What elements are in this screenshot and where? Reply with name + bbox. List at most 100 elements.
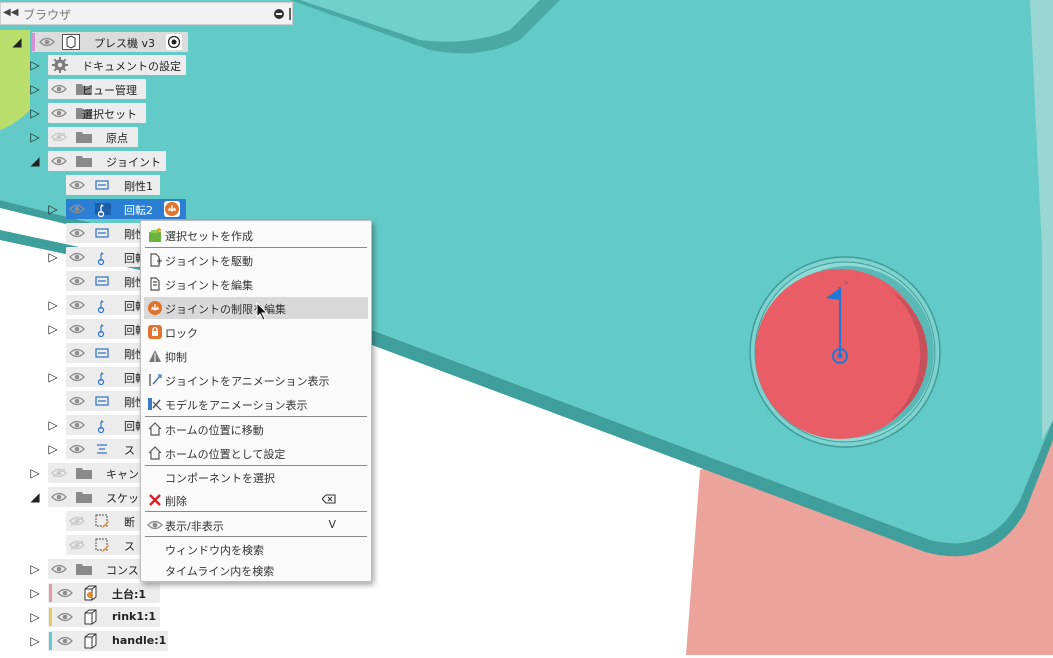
tree-item-view-management[interactable]: ▷ ビュー管理: [0, 79, 300, 99]
tree-item-joints[interactable]: ◢ ジョイント: [0, 151, 300, 171]
visibility-eye-icon[interactable]: [57, 588, 73, 598]
menu-animate-model[interactable]: モデルをアニメーション表示: [144, 393, 368, 415]
tree-item-box[interactable]: スケッ: [48, 487, 148, 507]
visibility-eye-icon[interactable]: [39, 37, 55, 47]
visibility-eye-icon[interactable]: [69, 348, 85, 358]
tree-item-box[interactable]: 回転: [66, 295, 146, 315]
expand-triangle-icon[interactable]: ▷: [46, 441, 60, 457]
visibility-eye-icon[interactable]: [69, 276, 85, 286]
expand-triangle-icon[interactable]: ▷: [28, 57, 42, 73]
tree-item-box[interactable]: ジョイント: [48, 151, 166, 171]
collapse-panel-icon[interactable]: ◀◀: [3, 7, 18, 18]
menu-find-in-timeline[interactable]: タイムライン内を検索: [144, 559, 368, 581]
tree-item-rink1[interactable]: ▷ rink1:1: [0, 607, 300, 627]
visibility-eye-icon[interactable]: [57, 636, 73, 646]
tree-item-box[interactable]: 剛性: [66, 271, 146, 291]
expand-triangle-icon[interactable]: ▷: [28, 81, 42, 97]
tree-item-document-settings[interactable]: ▷ ドキュメントの設定: [0, 55, 300, 75]
expand-triangle-icon[interactable]: ▷: [46, 321, 60, 337]
joint-limit-icon[interactable]: [164, 201, 180, 217]
expand-triangle-icon[interactable]: ▷: [28, 465, 42, 481]
tree-item-box[interactable]: ス: [66, 535, 146, 555]
visibility-eye-icon[interactable]: [69, 540, 85, 550]
visibility-eye-icon[interactable]: [69, 420, 85, 430]
collapse-triangle-icon[interactable]: ◢: [28, 489, 42, 505]
expand-triangle-icon[interactable]: ▷: [46, 417, 60, 433]
expand-triangle-icon[interactable]: ▷: [46, 249, 60, 265]
visibility-eye-icon[interactable]: [69, 204, 85, 214]
tree-item-box[interactable]: 剛性: [66, 343, 146, 363]
visibility-eye-icon[interactable]: [51, 84, 67, 94]
tree-item-box[interactable]: ス: [66, 439, 146, 459]
visibility-eye-icon[interactable]: [69, 516, 85, 526]
menu-delete[interactable]: 削除: [144, 489, 368, 511]
tree-item-box[interactable]: handle:1: [48, 631, 168, 651]
menu-lock[interactable]: ロック: [144, 321, 368, 343]
panel-grip-icon[interactable]: [289, 8, 291, 20]
tree-item-box[interactable]: ドキュメントの設定: [48, 55, 186, 75]
expand-triangle-icon[interactable]: ▷: [28, 585, 42, 601]
visibility-eye-icon[interactable]: [51, 468, 67, 478]
tree-item-box[interactable]: 回転: [66, 247, 146, 267]
visibility-eye-icon[interactable]: [51, 156, 67, 166]
menu-show-hide[interactable]: 表示/非表示 V: [144, 514, 368, 536]
tree-item-box[interactable]: 回転: [66, 415, 146, 435]
tree-item-box[interactable]: 原点: [48, 127, 138, 147]
visibility-eye-icon[interactable]: [69, 372, 85, 382]
tree-item-selection-sets[interactable]: ▷ 選択セット: [0, 103, 300, 123]
expand-triangle-icon[interactable]: ▷: [28, 609, 42, 625]
tree-item-base[interactable]: ▷ 土台:1: [0, 583, 300, 603]
tree-item-revolute2[interactable]: ▷ 回転2: [0, 199, 300, 219]
visibility-eye-icon[interactable]: [69, 180, 85, 190]
tree-item-handle[interactable]: ▷ handle:1: [0, 631, 300, 651]
tree-item-box[interactable]: ビュー管理: [48, 79, 146, 99]
expand-triangle-icon[interactable]: ▷: [28, 561, 42, 577]
visibility-eye-icon[interactable]: [69, 444, 85, 454]
menu-set-home[interactable]: ホームの位置として設定: [144, 442, 368, 464]
visibility-eye-icon[interactable]: [69, 324, 85, 334]
menu-animate-joint[interactable]: ジョイントをアニメーション表示: [144, 369, 368, 391]
minimize-icon[interactable]: [274, 9, 284, 19]
menu-edit-joint[interactable]: ジョイントを編集: [144, 273, 368, 295]
visibility-eye-icon[interactable]: [51, 564, 67, 574]
tree-item-box[interactable]: 選択セット: [48, 103, 146, 123]
expand-triangle-icon[interactable]: ▷: [46, 201, 60, 217]
menu-drive-joint[interactable]: ジョイントを駆動: [144, 249, 368, 271]
menu-select-component[interactable]: コンポーネントを選択: [144, 466, 368, 488]
menu-find-in-window[interactable]: ウィンドウ内を検索: [144, 538, 368, 560]
visibility-eye-icon[interactable]: [69, 228, 85, 238]
visibility-eye-icon[interactable]: [69, 300, 85, 310]
visibility-eye-icon[interactable]: [51, 492, 67, 502]
tree-item-box[interactable]: 土台:1: [48, 583, 160, 603]
tree-item-box[interactable]: プレス機 v3: [32, 32, 188, 52]
tree-item-box[interactable]: 剛性: [66, 223, 146, 243]
visibility-eye-icon[interactable]: [51, 132, 67, 142]
menu-go-home[interactable]: ホームの位置に移動: [144, 418, 368, 440]
tree-item-box[interactable]: キャン: [48, 463, 148, 483]
tree-item-box[interactable]: 断: [66, 511, 146, 531]
visibility-eye-icon[interactable]: [51, 108, 67, 118]
visibility-eye-icon[interactable]: [69, 252, 85, 262]
collapse-triangle-icon[interactable]: ◢: [28, 153, 42, 169]
expand-triangle-icon[interactable]: ▷: [28, 633, 42, 649]
menu-create-selection-set[interactable]: 選択セットを作成: [144, 224, 368, 246]
menu-suppress[interactable]: 抑制: [144, 345, 368, 367]
tree-item-box[interactable]: 回転: [66, 367, 146, 387]
tree-item-origin[interactable]: ▷ 原点: [0, 127, 300, 147]
tree-item-box[interactable]: 剛性: [66, 391, 146, 411]
collapse-triangle-icon[interactable]: ◢: [10, 34, 24, 50]
expand-triangle-icon[interactable]: ▷: [28, 105, 42, 121]
tree-item-box[interactable]: rink1:1: [48, 607, 160, 627]
tree-item-box[interactable]: コンス: [48, 559, 148, 579]
tree-item-box[interactable]: 剛性1: [66, 175, 160, 195]
tree-item-box[interactable]: 回転2: [66, 199, 186, 219]
visibility-eye-icon[interactable]: [57, 612, 73, 622]
visibility-eye-icon[interactable]: [69, 396, 85, 406]
expand-triangle-icon[interactable]: ▷: [28, 129, 42, 145]
expand-triangle-icon[interactable]: ▷: [46, 369, 60, 385]
tree-item-box[interactable]: 回転: [66, 319, 146, 339]
tree-item-rigid1[interactable]: 剛性1: [0, 175, 300, 195]
expand-triangle-icon[interactable]: ▷: [46, 297, 60, 313]
tree-item-root[interactable]: ◢ プレス機 v3: [0, 32, 300, 52]
activate-radio-icon[interactable]: [166, 34, 182, 50]
